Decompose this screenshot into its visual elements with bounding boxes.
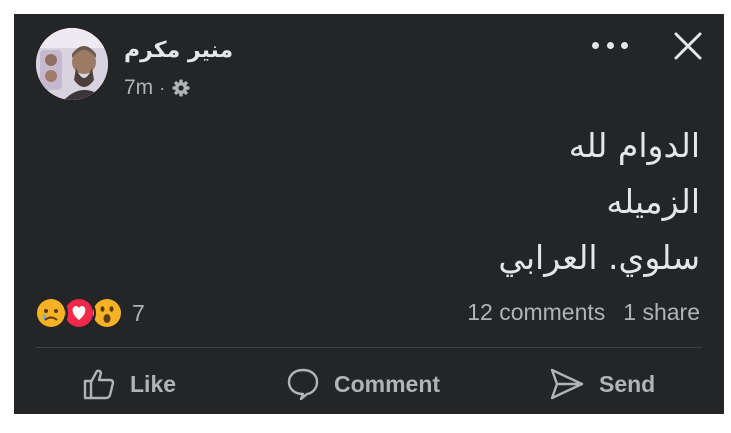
more-options-icon[interactable] [592,34,628,56]
gear-icon[interactable] [171,78,191,98]
thumbs-up-icon [83,369,115,400]
post-text-line: الزميله [606,182,700,221]
send-label: Send [599,370,656,397]
reaction-count: 7 [132,299,145,326]
post-text-line: الدوام لله [568,126,700,165]
shares-count[interactable]: 1 share [623,299,700,326]
reactions-summary[interactable]: 7 [34,296,145,330]
action-bar: Like Comment Send [14,354,724,414]
post-text-line: سلوي. العرابي [498,238,700,277]
like-button[interactable]: Like [82,354,176,414]
close-icon[interactable] [672,30,704,62]
post-stats: 12 comments 1 share [467,299,700,326]
post-text: الدوام لله الزميله سلوي. العرابي [100,118,700,286]
comments-count[interactable]: 12 comments [467,299,605,326]
sad-reaction-icon [34,296,68,330]
comment-label: Comment [334,370,441,397]
meta-separator: · [159,77,166,98]
more-dot [592,41,599,49]
divider [36,347,702,348]
comment-icon [287,368,319,401]
profile-photo [36,28,108,100]
more-dot [621,41,628,49]
like-label: Like [130,370,177,397]
post-card: منير مكرم 7m · الدوام لله الزميله سلوي. … [14,14,724,414]
more-dot [606,41,614,49]
post-author[interactable]: منير مكرم [124,38,233,63]
post-time[interactable]: 7m [124,76,153,100]
avatar[interactable] [36,28,108,100]
comment-button[interactable]: Comment [286,354,440,414]
send-button[interactable]: Send [549,354,655,414]
post-meta: 7m · [124,76,191,100]
send-icon [550,368,584,400]
